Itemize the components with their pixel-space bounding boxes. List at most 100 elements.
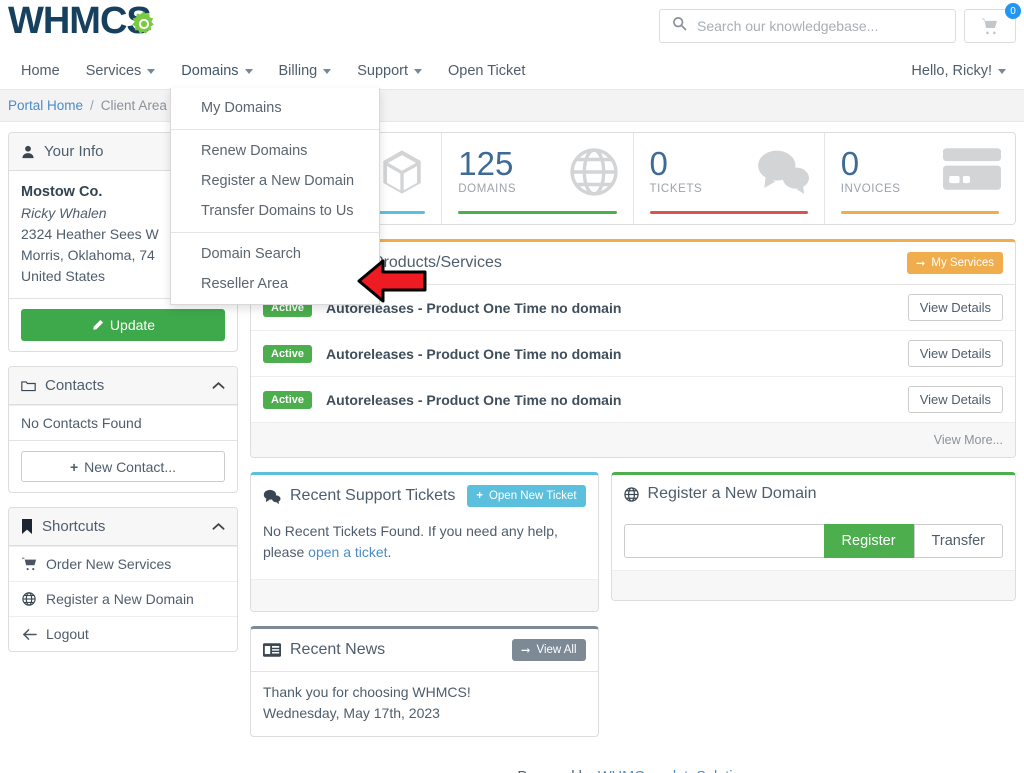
shortcut-logout[interactable]: Logout: [9, 616, 237, 651]
plus-icon: +: [476, 490, 483, 502]
dropdown-divider: [171, 129, 379, 130]
register-domain-footer: [611, 570, 1015, 600]
dropdown-item-domain-search[interactable]: Domain Search: [171, 239, 379, 269]
comments-icon: [263, 489, 281, 504]
folder-icon: [21, 379, 36, 393]
contacts-header[interactable]: Contacts: [9, 367, 237, 405]
status-badge: Active: [263, 390, 313, 409]
dropdown-item-reseller-area[interactable]: Reseller Area: [171, 269, 379, 299]
domain-search-form: Register Transfer: [612, 513, 1015, 570]
open-new-ticket-label: Open New Ticket: [488, 490, 577, 502]
breadcrumb-separator: /: [90, 98, 94, 113]
my-services-button[interactable]: ➞ My Services: [906, 252, 1003, 274]
dropdown-divider: [171, 232, 379, 233]
stat-tickets[interactable]: 0 TICKETS: [632, 133, 824, 224]
domains-dropdown-menu: My Domains Renew Domains Register a New …: [170, 88, 380, 305]
nav-label: Billing: [278, 63, 318, 79]
shortcut-register-new-domain[interactable]: Register a New Domain: [9, 581, 237, 616]
stat-accent-bar: [458, 211, 617, 214]
top-bar: WHMCS Search our knowledgebase... 0: [0, 0, 1024, 52]
search-icon: [672, 16, 687, 36]
content-area: Your Info Mostow Co. Ricky Whalen 2324 H…: [0, 122, 1024, 773]
knowledgebase-search[interactable]: [659, 9, 956, 43]
view-details-button[interactable]: View Details: [907, 294, 1003, 321]
globe-icon: [569, 147, 619, 202]
whmcs-logo[interactable]: WHMCS: [8, 2, 154, 40]
nav-label: Support: [357, 63, 408, 79]
transfer-button[interactable]: Transfer: [913, 524, 1003, 558]
service-name: Autoreleases - Product One Time no domai…: [326, 345, 622, 362]
nav-item-domains[interactable]: Domains: [168, 52, 265, 90]
update-button[interactable]: Update: [21, 309, 225, 341]
nav-item-open-ticket[interactable]: Open Ticket: [435, 52, 538, 90]
open-a-ticket-link[interactable]: open a ticket: [308, 544, 387, 560]
news-title: Recent News: [290, 641, 386, 658]
new-contact-button[interactable]: + New Contact...: [21, 451, 225, 482]
right-column: Register a New Domain Register Transfer: [610, 472, 1016, 751]
view-more-link[interactable]: View More...: [934, 433, 1003, 447]
whmcs-client-area-page: WHMCS Search our knowledgebase... 0 Home…: [0, 0, 1024, 773]
news-headline[interactable]: Thank you for choosing WHMCS!: [263, 682, 586, 703]
shopping-cart-icon: [981, 18, 997, 35]
chevron-up-icon[interactable]: [212, 378, 225, 393]
tickets-panel-footer: [251, 579, 598, 611]
dropdown-item-transfer-domains-to-us[interactable]: Transfer Domains to Us: [171, 196, 379, 226]
footer-prefix: Powered by: [517, 769, 598, 773]
stat-invoices[interactable]: 0 INVOICES: [823, 133, 1015, 224]
service-name: Autoreleases - Product One Time no domai…: [326, 391, 622, 408]
cart-count-badge: 0: [1005, 3, 1021, 19]
recent-news-panel: Recent News ➞ View All Thank you for cho…: [250, 626, 599, 737]
dropdown-item-register-a-new-domain[interactable]: Register a New Domain: [171, 166, 379, 196]
view-all-label: View All: [536, 644, 577, 656]
shortcut-label: Register a New Domain: [46, 591, 194, 607]
table-row: Active Autoreleases - Product One Time n…: [251, 331, 1015, 377]
search-input[interactable]: [697, 18, 955, 34]
stat-accent-bar: [840, 211, 999, 214]
breadcrumb: Portal Home / Client Area: [0, 90, 1024, 122]
breadcrumb-current: Client Area: [100, 98, 167, 113]
dropdown-item-my-domains[interactable]: My Domains: [171, 93, 379, 123]
nav-item-support[interactable]: Support: [344, 52, 435, 90]
footer-link[interactable]: WHMCompleteSolution: [598, 769, 749, 773]
tickets-title: Recent Support Tickets: [290, 487, 456, 504]
nav-item-account[interactable]: Hello, Ricky!: [898, 52, 1010, 90]
support-tickets-panel: Recent Support Tickets + Open New Ticket…: [250, 472, 599, 612]
news-body: Thank you for choosing WHMCS! Wednesday,…: [251, 672, 598, 736]
shortcut-order-new-services[interactable]: Order New Services: [9, 546, 237, 581]
your-info-footer: Update: [9, 298, 237, 351]
open-new-ticket-button[interactable]: + Open New Ticket: [467, 485, 586, 507]
shortcut-label: Logout: [46, 626, 89, 642]
nav-item-services[interactable]: Services: [73, 52, 169, 90]
arrow-right-icon: ➞: [520, 645, 531, 657]
view-all-news-button[interactable]: ➞ View All: [511, 639, 586, 661]
breadcrumb-home[interactable]: Portal Home: [8, 98, 83, 113]
comments-icon: [756, 147, 810, 200]
chevron-up-icon[interactable]: [212, 519, 225, 534]
contacts-footer: + New Contact...: [9, 440, 237, 492]
shortcuts-header[interactable]: Shortcuts: [9, 508, 237, 546]
nav-item-billing[interactable]: Billing: [266, 52, 345, 90]
account-menu[interactable]: Hello, Ricky!: [898, 52, 1010, 90]
register-button[interactable]: Register: [823, 524, 914, 558]
tickets-header: Recent Support Tickets + Open New Ticket: [251, 475, 598, 517]
nav-label: Domains: [181, 63, 239, 79]
shortcut-label: Order New Services: [46, 556, 172, 572]
register-domain-title: Register a New Domain: [647, 485, 817, 502]
lower-panels: Recent Support Tickets + Open New Ticket…: [250, 472, 1016, 751]
chevron-down-icon: [147, 68, 156, 74]
globe-icon: [21, 592, 37, 606]
view-details-button[interactable]: View Details: [907, 340, 1003, 367]
left-column: Recent Support Tickets + Open New Ticket…: [250, 472, 599, 751]
register-domain-header: Register a New Domain: [612, 475, 1015, 513]
dropdown-item-renew-domains[interactable]: Renew Domains: [171, 136, 379, 166]
stat-domains[interactable]: 125 DOMAINS: [441, 133, 632, 224]
globe-icon: [623, 486, 639, 502]
nav-item-home[interactable]: Home: [8, 52, 73, 90]
chevron-down-icon: [323, 68, 332, 74]
gear-icon: [127, 8, 161, 47]
cart-button[interactable]: 0: [964, 3, 1021, 43]
tickets-body: No Recent Tickets Found. If you need any…: [251, 517, 598, 579]
new-contact-label: New Contact...: [84, 458, 176, 475]
view-details-button[interactable]: View Details: [907, 386, 1003, 413]
domain-input[interactable]: [623, 524, 824, 558]
